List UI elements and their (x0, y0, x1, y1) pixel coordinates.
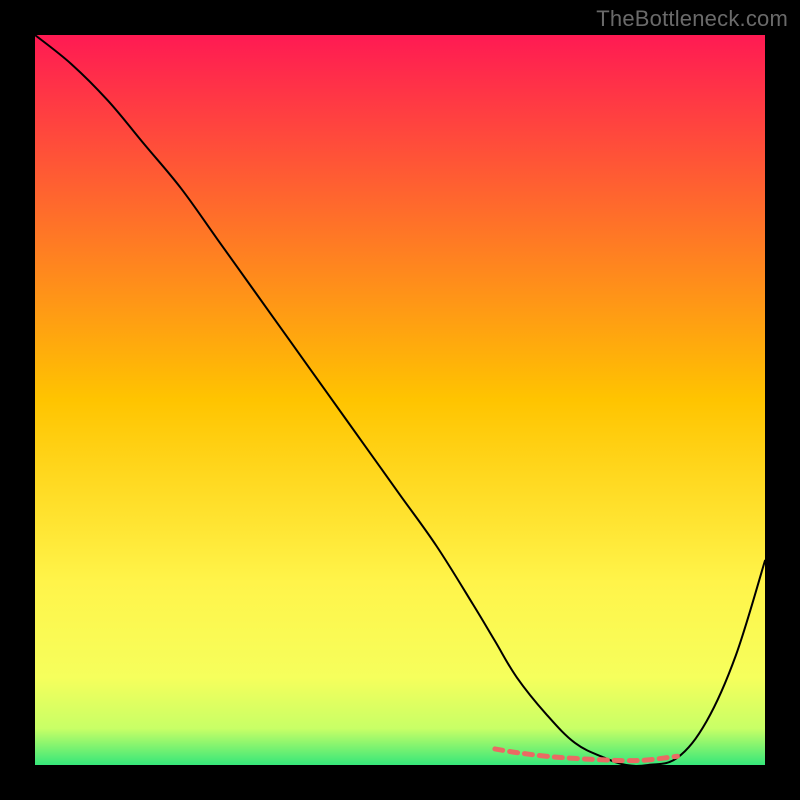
watermark-label: TheBottleneck.com (596, 6, 788, 32)
bottleneck-chart: TheBottleneck.com (0, 0, 800, 800)
chart-svg (0, 0, 800, 800)
